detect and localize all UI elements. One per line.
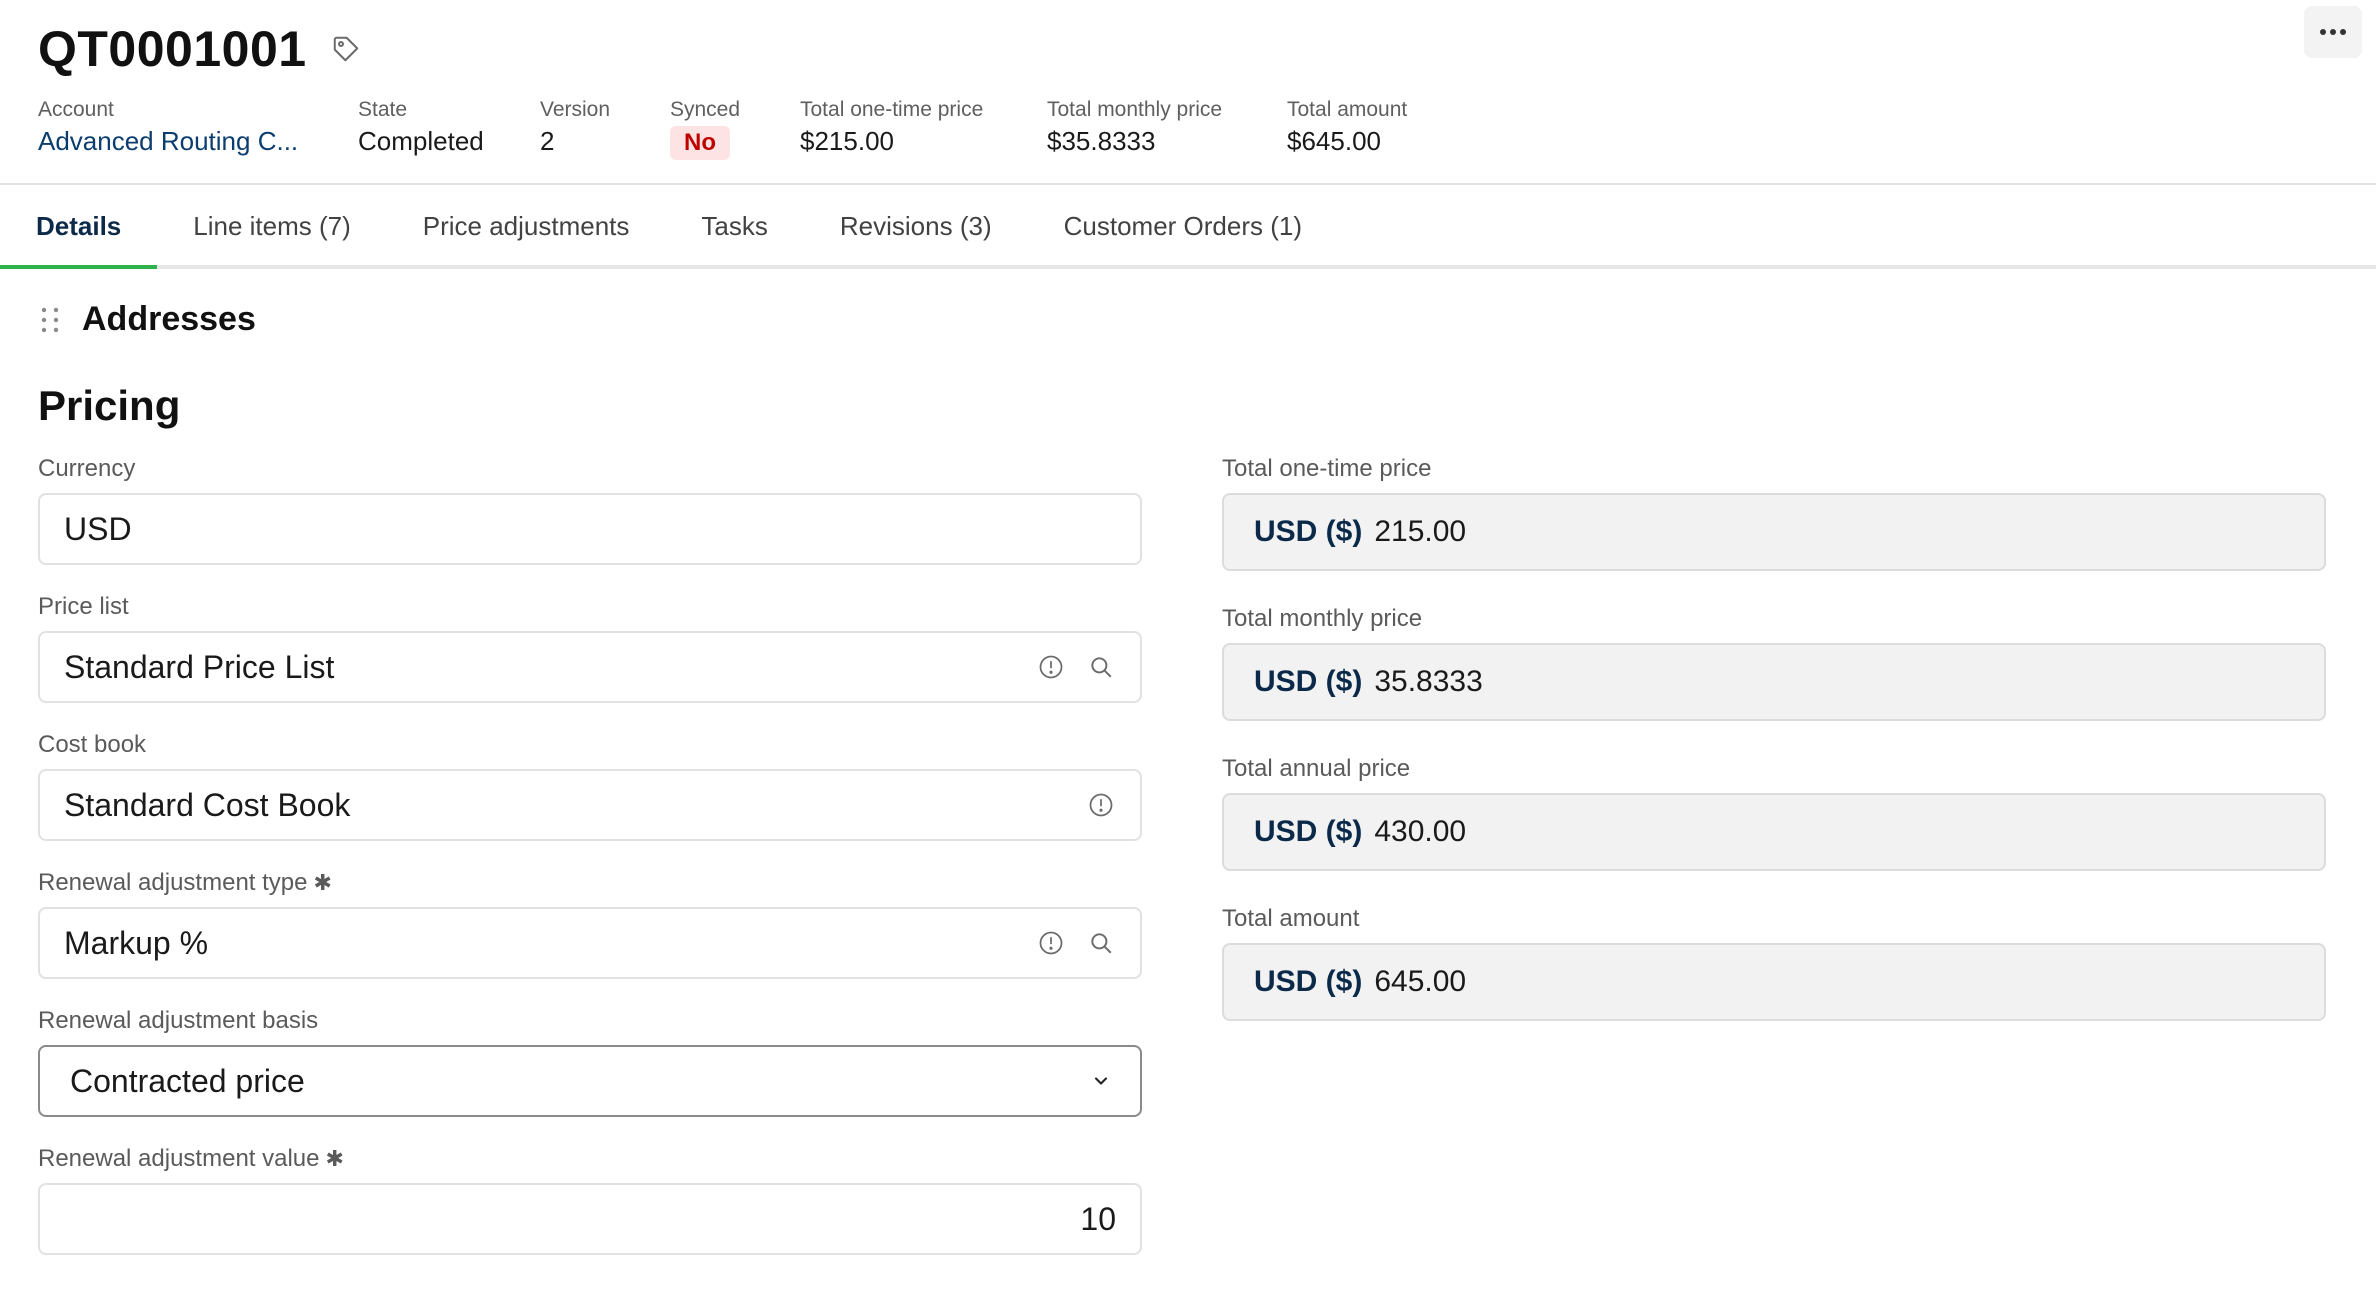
price-list-value: Standard Price List bbox=[64, 648, 335, 685]
info-icon[interactable] bbox=[1086, 790, 1116, 820]
total-monthly-value: 35.8333 bbox=[1374, 665, 1483, 698]
meta-label: Total one-time price bbox=[800, 98, 984, 121]
tab-bar: Details Line items (7) Price adjustments… bbox=[0, 185, 2376, 269]
meta-account: Account Advanced Routing C... bbox=[38, 98, 358, 160]
price-list-input[interactable]: Standard Price List bbox=[38, 631, 1142, 703]
meta-label: Synced bbox=[670, 98, 741, 121]
renewal-value-input[interactable]: 10 bbox=[38, 1183, 1142, 1255]
total-one-time-field: Total one-time price USD ($) 215.00 bbox=[1222, 455, 2326, 571]
drag-handle-icon[interactable] bbox=[38, 306, 62, 334]
cost-book-input[interactable]: Standard Cost Book bbox=[38, 769, 1142, 841]
meta-monthly: Total monthly price $35.8333 bbox=[1047, 98, 1287, 160]
total-amount-field: Total amount USD ($) 645.00 bbox=[1222, 905, 2326, 1021]
total-annual-readonly: USD ($) 430.00 bbox=[1222, 793, 2326, 871]
meta-synced: Synced No bbox=[670, 98, 800, 160]
search-icon[interactable] bbox=[1086, 652, 1116, 682]
meta-total-amount: Total amount $645.00 bbox=[1287, 98, 1507, 160]
total-annual-field: Total annual price USD ($) 430.00 bbox=[1222, 755, 2326, 871]
renewal-type-field: Renewal adjustment type ✱ Markup % bbox=[38, 869, 1142, 979]
meta-version: Version 2 bbox=[540, 98, 670, 160]
field-label: Total annual price bbox=[1222, 755, 1411, 782]
tag-icon[interactable] bbox=[329, 32, 363, 66]
info-icon[interactable] bbox=[1036, 928, 1066, 958]
currency-field: Currency USD bbox=[38, 455, 1142, 565]
total-amount-readonly: USD ($) 645.00 bbox=[1222, 943, 2326, 1021]
chevron-down-icon bbox=[1086, 1066, 1116, 1096]
info-icon[interactable] bbox=[1036, 652, 1066, 682]
field-label: Price list bbox=[38, 593, 129, 620]
meta-one-time: Total one-time price $215.00 bbox=[800, 98, 1047, 160]
field-label: Total amount bbox=[1222, 905, 1360, 932]
field-label: Cost book bbox=[38, 731, 147, 758]
page-title: QT0001001 bbox=[38, 21, 307, 77]
meta-label: Account bbox=[38, 98, 114, 121]
total-amount-box-value: 645.00 bbox=[1374, 965, 1467, 998]
required-mark: ✱ bbox=[313, 870, 332, 895]
renewal-value-label: Renewal adjustment value bbox=[38, 1145, 320, 1172]
price-list-field: Price list Standard Price List bbox=[38, 593, 1142, 703]
tab-price-adjustments[interactable]: Price adjustments bbox=[387, 185, 666, 265]
tab-details[interactable]: Details bbox=[0, 185, 158, 269]
more-options-button[interactable] bbox=[2304, 6, 2362, 58]
more-icon bbox=[2320, 29, 2346, 35]
account-link[interactable]: Advanced Routing C... bbox=[38, 126, 308, 157]
quote-page: QT0001001 Account Advanced Routing C... … bbox=[0, 0, 2376, 1294]
meta-label: Total amount bbox=[1287, 98, 1408, 121]
currency-prefix: USD ($) bbox=[1254, 515, 1363, 548]
renewal-basis-value: Contracted price bbox=[70, 1062, 305, 1099]
currency-input[interactable]: USD bbox=[38, 493, 1142, 565]
title-row: QT0001001 bbox=[38, 20, 363, 78]
renewal-basis-select[interactable]: Contracted price bbox=[38, 1045, 1142, 1117]
field-label: Renewal adjustment value ✱ bbox=[38, 1145, 1142, 1173]
monthly-value: $35.8333 bbox=[1047, 126, 1156, 156]
record-header: QT0001001 Account Advanced Routing C... … bbox=[0, 0, 2376, 185]
field-label: Renewal adjustment basis bbox=[38, 1007, 319, 1034]
total-one-time-readonly: USD ($) 215.00 bbox=[1222, 493, 2326, 571]
total-monthly-readonly: USD ($) 35.8333 bbox=[1222, 643, 2326, 721]
field-label: Renewal adjustment type ✱ bbox=[38, 869, 1142, 897]
total-amount-value: $645.00 bbox=[1287, 126, 1381, 156]
meta-label: State bbox=[358, 98, 408, 121]
field-label: Currency bbox=[38, 455, 136, 482]
addresses-section[interactable]: Addresses bbox=[38, 300, 256, 339]
renewal-type-input[interactable]: Markup % bbox=[38, 907, 1142, 979]
state-value: Completed bbox=[358, 126, 484, 156]
currency-prefix: USD ($) bbox=[1254, 965, 1363, 998]
total-one-time-value: 215.00 bbox=[1374, 515, 1467, 548]
meta-label: Version bbox=[540, 98, 611, 121]
currency-value: USD bbox=[64, 510, 132, 547]
renewal-type-value: Markup % bbox=[64, 924, 209, 961]
one-time-value: $215.00 bbox=[800, 126, 894, 156]
pricing-left-column: Currency USD Price list Standard Price L… bbox=[38, 455, 1142, 1283]
addresses-title: Addresses bbox=[82, 300, 256, 338]
currency-prefix: USD ($) bbox=[1254, 665, 1363, 698]
cost-book-field: Cost book Standard Cost Book bbox=[38, 731, 1142, 841]
renewal-basis-field: Renewal adjustment basis Contracted pric… bbox=[38, 1007, 1142, 1117]
renewal-type-label: Renewal adjustment type bbox=[38, 869, 308, 896]
renewal-value-field: Renewal adjustment value ✱ 10 bbox=[38, 1145, 1142, 1255]
tab-tasks[interactable]: Tasks bbox=[665, 185, 803, 265]
version-value: 2 bbox=[540, 126, 555, 156]
tab-revisions[interactable]: Revisions (3) bbox=[804, 185, 1028, 265]
cost-book-value: Standard Cost Book bbox=[64, 786, 351, 823]
pricing-right-column: Total one-time price USD ($) 215.00 Tota… bbox=[1222, 455, 2326, 1055]
field-label: Total one-time price bbox=[1222, 455, 1432, 482]
search-icon[interactable] bbox=[1086, 928, 1116, 958]
tab-line-items[interactable]: Line items (7) bbox=[157, 185, 387, 265]
status-badge: No bbox=[670, 126, 730, 160]
field-label: Total monthly price bbox=[1222, 605, 1423, 632]
total-annual-value: 430.00 bbox=[1374, 815, 1467, 848]
meta-label: Total monthly price bbox=[1047, 98, 1223, 121]
tab-customer-orders[interactable]: Customer Orders (1) bbox=[1028, 185, 1338, 265]
required-mark: ✱ bbox=[325, 1146, 344, 1171]
pricing-title: Pricing bbox=[38, 382, 181, 429]
renewal-value-value: 10 bbox=[1080, 1200, 1116, 1237]
meta-state: State Completed bbox=[358, 98, 540, 160]
currency-prefix: USD ($) bbox=[1254, 815, 1363, 848]
summary-fields: Account Advanced Routing C... State Comp… bbox=[38, 98, 1507, 160]
total-monthly-field: Total monthly price USD ($) 35.8333 bbox=[1222, 605, 2326, 721]
